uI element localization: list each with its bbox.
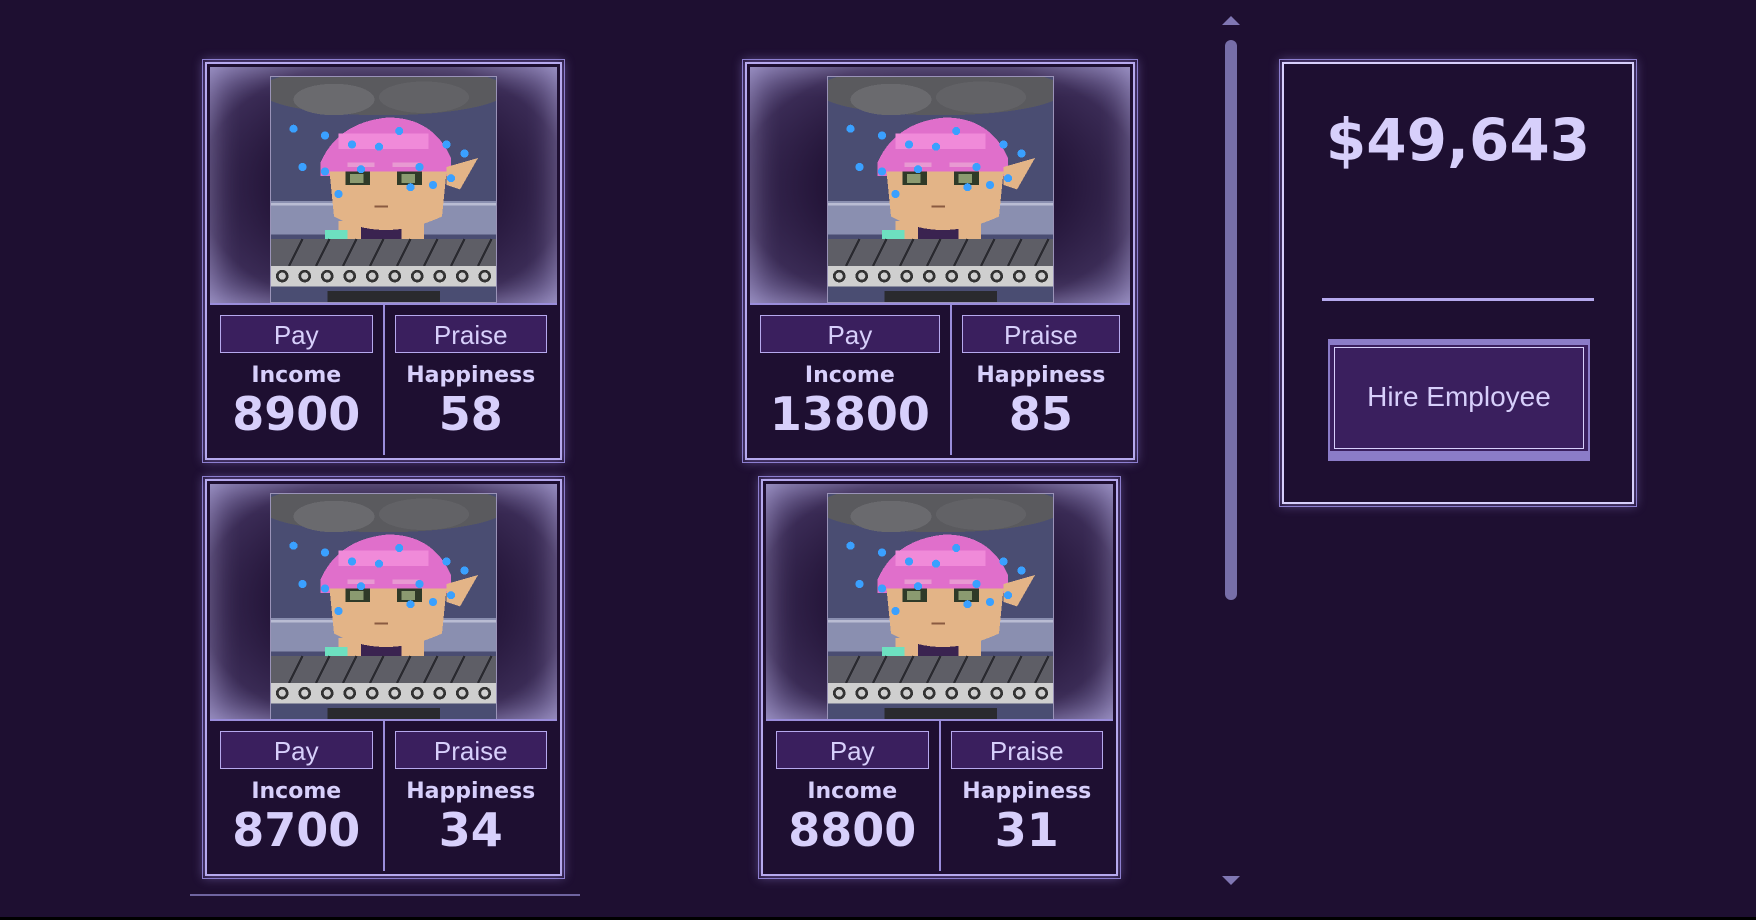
company-panel: $49,643 Hire Employee	[1279, 59, 1637, 507]
happiness-value: 58	[438, 387, 503, 441]
employee-stats: Pay Income 8800 Praise Happiness 31	[766, 719, 1113, 871]
scrollbar-thumb[interactable]	[1225, 40, 1237, 600]
employee-portrait	[270, 76, 497, 303]
pay-button[interactable]: Pay	[760, 315, 940, 353]
hire-employee-button[interactable]: Hire Employee	[1328, 339, 1590, 461]
pay-button[interactable]: Pay	[220, 315, 373, 353]
income-value: 8800	[788, 803, 917, 857]
income-value: 8900	[232, 387, 361, 441]
employee-portrait	[827, 493, 1054, 720]
income-value: 8700	[232, 803, 361, 857]
happiness-label: Happiness	[406, 363, 536, 388]
happiness-value: 31	[994, 803, 1059, 857]
employee-stats: Pay Income 8700 Praise Happiness 34	[210, 719, 557, 871]
employee-stats: Pay Income 13800 Praise Happiness 85	[750, 303, 1130, 455]
income-column: Pay Income 8900	[210, 305, 383, 455]
employee-card: Pay Income 8700 Praise Happiness 34	[202, 476, 565, 879]
happiness-label: Happiness	[976, 363, 1106, 388]
income-value: 13800	[769, 387, 930, 441]
employee-portrait	[270, 493, 497, 720]
happiness-column: Praise Happiness 31	[938, 721, 1114, 871]
scroll-down-arrow-icon[interactable]	[1222, 876, 1240, 885]
employee-card: Pay Income 13800 Praise Happiness 85	[742, 59, 1138, 463]
happiness-value: 34	[438, 803, 503, 857]
praise-button[interactable]: Praise	[950, 731, 1103, 769]
portrait-frame	[210, 484, 557, 721]
employee-portrait	[827, 76, 1054, 303]
pay-button[interactable]: Pay	[776, 731, 929, 769]
employee-card: Pay Income 8800 Praise Happiness 31	[758, 476, 1121, 879]
portrait-frame	[210, 67, 557, 304]
hire-button-frame	[1334, 347, 1584, 449]
portrait-frame	[750, 67, 1130, 304]
pay-button[interactable]: Pay	[220, 731, 373, 769]
praise-button[interactable]: Praise	[961, 315, 1120, 353]
income-column: Pay Income 13800	[750, 305, 950, 455]
employee-card: Pay Income 8900 Praise Happiness 58	[202, 59, 565, 463]
employee-stats: Pay Income 8900 Praise Happiness 58	[210, 303, 557, 455]
income-label: Income	[804, 363, 895, 388]
panel-divider	[1322, 298, 1594, 301]
income-label: Income	[251, 779, 342, 804]
income-label: Income	[251, 363, 342, 388]
praise-button[interactable]: Praise	[394, 731, 547, 769]
income-label: Income	[807, 779, 898, 804]
happiness-column: Praise Happiness 34	[382, 721, 558, 871]
money-balance: $49,643	[1325, 106, 1591, 174]
happiness-column: Praise Happiness 58	[382, 305, 558, 455]
scroll-up-arrow-icon[interactable]	[1222, 16, 1240, 25]
happiness-label: Happiness	[962, 779, 1092, 804]
happiness-column: Praise Happiness 85	[949, 305, 1130, 455]
happiness-value: 85	[1008, 387, 1073, 441]
income-column: Pay Income 8800	[766, 721, 939, 871]
happiness-label: Happiness	[406, 779, 536, 804]
income-column: Pay Income 8700	[210, 721, 383, 871]
list-bottom-divider	[190, 894, 580, 896]
portrait-frame	[766, 484, 1113, 721]
praise-button[interactable]: Praise	[394, 315, 547, 353]
